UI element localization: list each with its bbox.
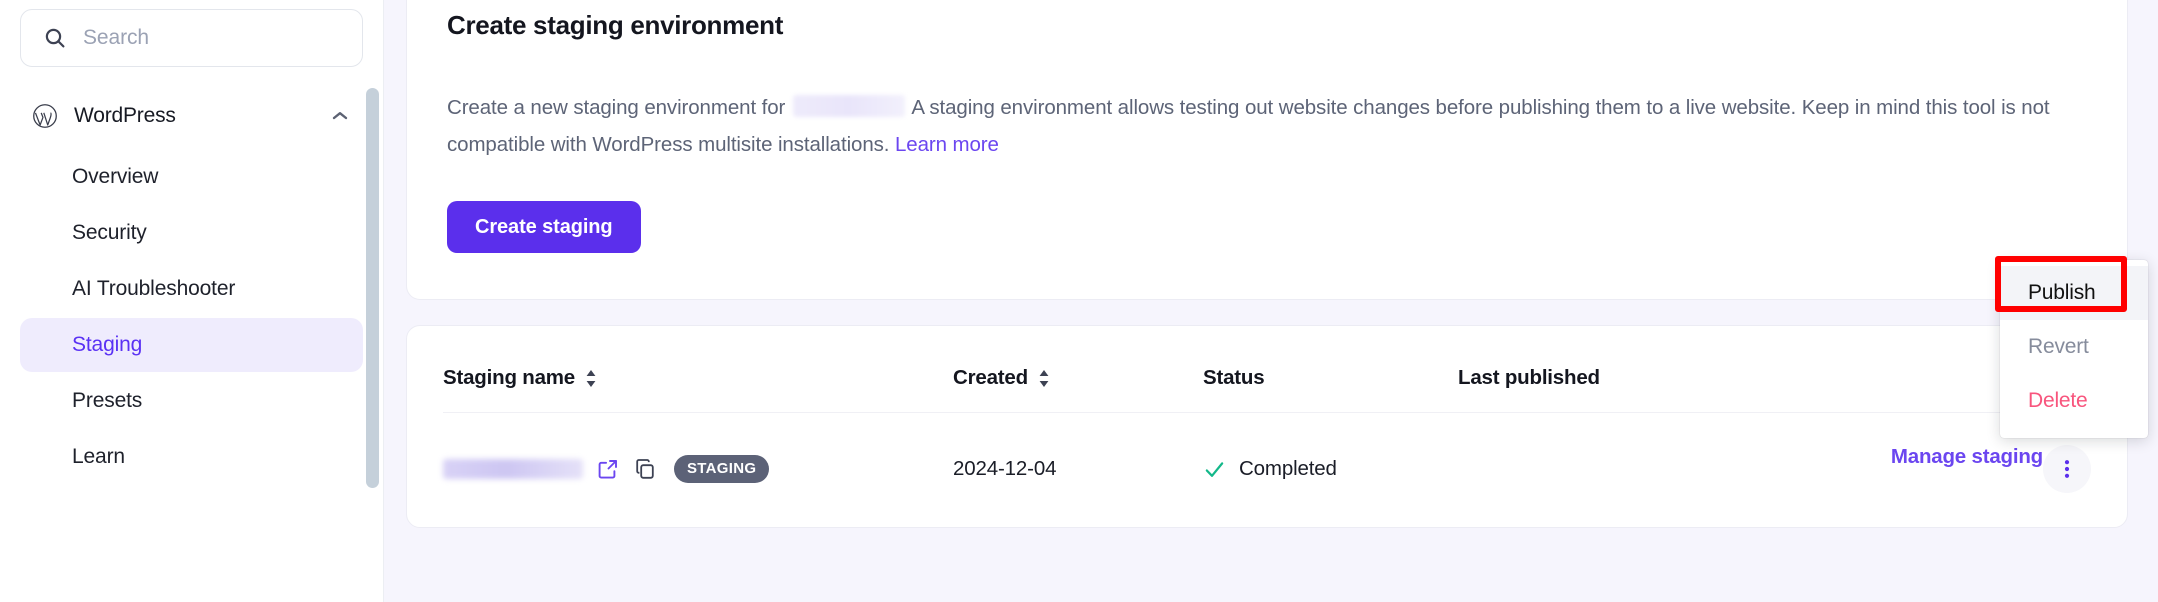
status-badge: STAGING [674,455,770,483]
description-text-before: Create a new staging environment for [447,96,786,119]
cell-status: Completed [1203,412,1458,527]
cell-created: 2024-12-04 [953,412,1203,527]
main-content: Create staging environment Create a new … [384,0,2158,602]
chevron-up-icon[interactable] [331,110,349,122]
page-title: Create staging environment [447,10,784,40]
column-header-staging-name[interactable]: Staging name [443,326,953,413]
search-icon [43,26,67,50]
sidebar-item-label: AI Troubleshooter [72,277,236,300]
sidebar-scrollbar-thumb[interactable] [366,88,379,488]
column-label: Staging name [443,366,576,389]
create-staging-card: Create staging environment Create a new … [406,0,2128,300]
wordpress-icon [32,103,58,129]
column-label: Status [1203,366,1265,389]
redacted-site-name [792,95,905,117]
column-header-last-published: Last published [1458,326,1758,413]
search-input[interactable] [83,26,340,50]
sidebar-section-wordpress[interactable]: WordPress [20,88,363,144]
sidebar-item-learn[interactable]: Learn [20,430,363,484]
sidebar-item-label: Staging [72,333,143,356]
app-root: WordPress Overview Security AI Troublesh… [0,0,2158,602]
sidebar-scrollbar[interactable] [360,0,384,602]
external-link-icon[interactable] [596,457,620,481]
redacted-staging-name [443,459,583,479]
sidebar-item-label: Security [72,221,147,244]
create-staging-button[interactable]: Create staging [447,201,641,253]
more-vertical-icon[interactable] [2043,445,2091,493]
sidebar-item-label: Overview [72,165,159,188]
column-header-created[interactable]: Created [953,326,1203,413]
search-box[interactable] [20,9,363,67]
sort-icon[interactable] [1038,369,1050,388]
menu-item-revert[interactable]: Revert [2000,320,2148,374]
status-text: Completed [1239,457,1337,480]
sidebar-item-label: Presets [72,389,143,412]
column-header-status: Status [1203,326,1458,413]
sidebar-nav: Overview Security AI Troubleshooter Stag… [20,150,363,484]
sidebar-item-ai-troubleshooter[interactable]: AI Troubleshooter [20,262,363,316]
sidebar-item-overview[interactable]: Overview [20,150,363,204]
table-header-row: Staging name Created Status Last publish… [443,326,2091,413]
row-context-menu: Publish Revert Delete [2000,260,2148,438]
staging-table: Staging name Created Status Last publish… [443,326,2091,527]
manage-staging-link[interactable]: Manage staging [1891,445,2043,468]
sidebar-item-staging[interactable]: Staging [20,318,363,372]
menu-item-publish[interactable]: Publish [2000,266,2148,320]
learn-more-link[interactable]: Learn more [895,133,999,156]
sidebar-item-presets[interactable]: Presets [20,374,363,428]
sidebar-section-label: WordPress [74,104,176,127]
table-row: STAGING 2024-12-04 Completed Manage stag… [443,412,2091,527]
check-icon [1203,458,1226,481]
sidebar: WordPress Overview Security AI Troublesh… [0,0,384,602]
menu-item-delete[interactable]: Delete [2000,374,2148,428]
copy-icon[interactable] [633,457,657,481]
column-label: Created [953,366,1028,389]
sidebar-item-label: Learn [72,445,125,468]
create-staging-description: Create a new staging environment for A s… [447,89,2077,163]
cell-staging-name: STAGING [443,412,953,527]
table-header: Staging name Created Status Last publish… [443,326,2091,413]
table-body: STAGING 2024-12-04 Completed Manage stag… [443,412,2091,527]
staging-list-card: Staging name Created Status Last publish… [406,325,2128,528]
cell-last-published [1458,412,1758,527]
column-label: Last published [1458,366,1600,389]
sidebar-item-security[interactable]: Security [20,206,363,260]
sort-icon[interactable] [585,369,597,388]
